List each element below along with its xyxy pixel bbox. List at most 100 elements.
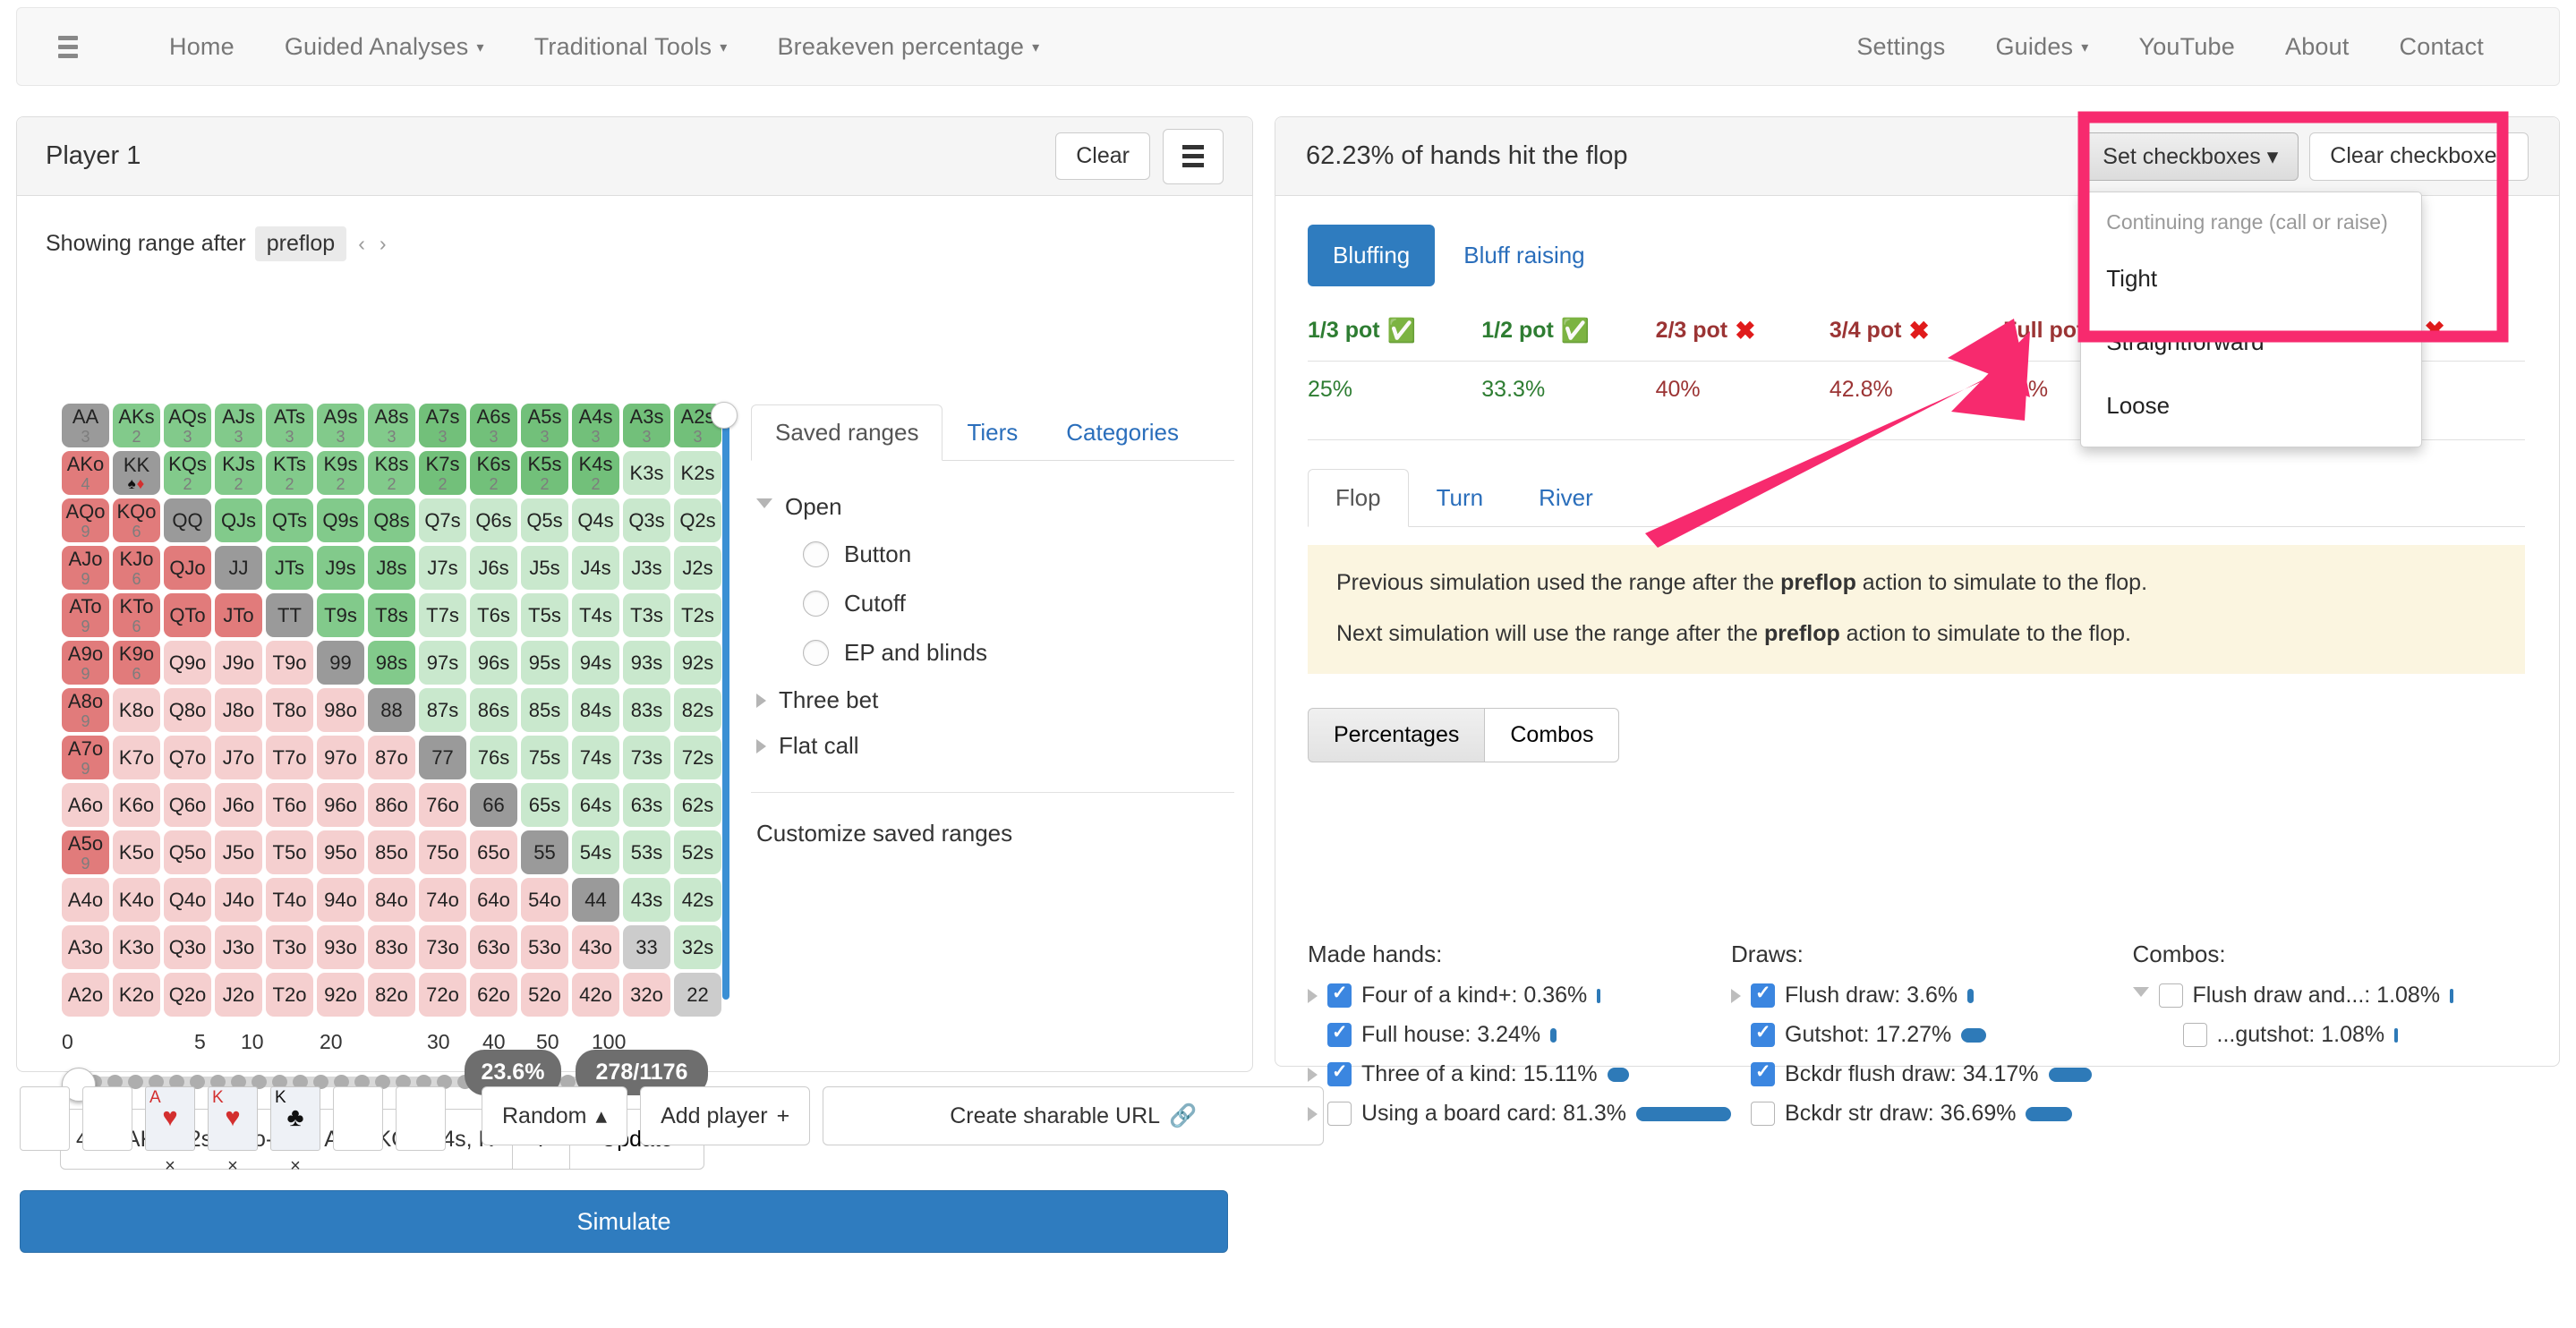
range-group-three-bet[interactable]: Three bet bbox=[756, 677, 1229, 723]
chevron-right-icon[interactable] bbox=[1308, 988, 1318, 1003]
range-cell[interactable]: J9s bbox=[317, 546, 364, 590]
saved-range-option-button[interactable]: Button bbox=[756, 530, 1229, 579]
range-cell[interactable]: 93s bbox=[623, 641, 670, 685]
range-cell[interactable]: T5s bbox=[521, 593, 568, 637]
range-cell[interactable]: A5o 9 bbox=[62, 830, 109, 874]
range-cell[interactable]: QJo bbox=[164, 546, 211, 590]
tab-bluff-raising[interactable]: Bluff raising bbox=[1440, 225, 1608, 286]
range-cell[interactable]: T2o bbox=[266, 973, 313, 1017]
range-cell[interactable]: 32o bbox=[623, 973, 670, 1017]
range-cell[interactable]: J6o bbox=[215, 783, 262, 827]
range-cell[interactable]: 99 bbox=[317, 641, 364, 685]
empty-card-slot[interactable] bbox=[333, 1086, 383, 1151]
checkbox[interactable] bbox=[1751, 982, 1776, 1008]
range-cell[interactable]: 85o bbox=[368, 830, 415, 874]
range-cell[interactable]: 92s bbox=[674, 641, 721, 685]
simulate-button[interactable]: Simulate bbox=[20, 1190, 1228, 1253]
saved-ranges-tab-categories[interactable]: Categories bbox=[1042, 404, 1203, 461]
range-cell[interactable]: Q4s bbox=[572, 498, 619, 542]
stat-row[interactable]: Flush draw and...: 1.08% bbox=[2132, 983, 2535, 1009]
range-cell[interactable]: 87s bbox=[419, 688, 466, 732]
saved-range-option-cutoff[interactable]: Cutoff bbox=[756, 579, 1229, 628]
range-cell[interactable]: AJs 3 bbox=[215, 404, 262, 447]
range-cell[interactable]: 72o bbox=[419, 973, 466, 1017]
range-cell[interactable]: T6s bbox=[470, 593, 517, 637]
range-cell[interactable]: Q2o bbox=[164, 973, 211, 1017]
range-cell[interactable]: J7s bbox=[419, 546, 466, 590]
range-cell[interactable]: K8s 2 bbox=[368, 451, 415, 495]
range-cell[interactable]: K2o bbox=[113, 973, 160, 1017]
empty-card-slot[interactable] bbox=[396, 1086, 446, 1151]
range-cell[interactable]: 72s bbox=[674, 736, 721, 779]
selected-card[interactable]: A ♥ × bbox=[145, 1086, 195, 1177]
range-cell[interactable]: 82o bbox=[368, 973, 415, 1017]
clear-checkboxes-button[interactable]: Clear checkboxes bbox=[2309, 132, 2529, 181]
tab-bluffing[interactable]: Bluffing bbox=[1308, 225, 1436, 286]
range-cell[interactable]: 76o bbox=[419, 783, 466, 827]
range-cell[interactable]: J7o bbox=[215, 736, 262, 779]
range-cell[interactable]: 94s bbox=[572, 641, 619, 685]
range-cell[interactable]: KK ♠♦ bbox=[113, 451, 160, 495]
range-cell[interactable]: T8o bbox=[266, 688, 313, 732]
street-tab-river[interactable]: River bbox=[1511, 469, 1621, 527]
create-sharable-url-button[interactable]: Create sharable URL 🔗 bbox=[823, 1086, 1325, 1145]
range-cell[interactable]: Q5o bbox=[164, 830, 211, 874]
range-cell[interactable]: AKo 4 bbox=[62, 451, 109, 495]
range-cell[interactable]: K3o bbox=[113, 925, 160, 969]
range-cell[interactable]: T4s bbox=[572, 593, 619, 637]
range-cell[interactable]: 52s bbox=[674, 830, 721, 874]
range-cell[interactable]: J9o bbox=[215, 641, 262, 685]
pot-size-header[interactable]: 1/3 pot ✅ bbox=[1308, 316, 1481, 345]
range-cell[interactable]: A6s 3 bbox=[470, 404, 517, 447]
range-cell[interactable]: T6o bbox=[266, 783, 313, 827]
range-cell[interactable]: 87o bbox=[368, 736, 415, 779]
range-cell[interactable]: ATs 3 bbox=[266, 404, 313, 447]
range-cell[interactable]: J6s bbox=[470, 546, 517, 590]
saved-ranges-tree[interactable]: Open Button Cutoff EP and blinds Three bet Fl… bbox=[751, 461, 1234, 769]
range-cell[interactable]: Q6s bbox=[470, 498, 517, 542]
saved-range-option-ep-and-blinds[interactable]: EP and blinds bbox=[756, 628, 1229, 677]
range-cell[interactable]: AA 3 bbox=[62, 404, 109, 447]
nav-item-home[interactable]: Home bbox=[144, 33, 260, 61]
range-cell[interactable]: 53o bbox=[521, 925, 568, 969]
range-cell[interactable]: QQ bbox=[164, 498, 211, 542]
chevron-right-icon[interactable] bbox=[1731, 988, 1742, 1003]
range-cell[interactable]: K5o bbox=[113, 830, 160, 874]
street-tab-flop[interactable]: Flop bbox=[1308, 469, 1409, 527]
range-cell[interactable]: 95o bbox=[317, 830, 364, 874]
range-cell[interactable]: Q8s bbox=[368, 498, 415, 542]
nav-item-youtube[interactable]: YouTube bbox=[2113, 33, 2260, 61]
range-cell[interactable]: 42o bbox=[572, 973, 619, 1017]
range-group-open[interactable]: Open bbox=[756, 484, 1229, 530]
nav-item-guides[interactable]: Guides ▾ bbox=[1970, 33, 2113, 61]
range-cell[interactable]: 96o bbox=[317, 783, 364, 827]
stat-row[interactable]: ...gutshot: 1.08% bbox=[2133, 1022, 2535, 1048]
checkbox[interactable] bbox=[2158, 983, 2183, 1008]
range-cell[interactable]: 88 bbox=[368, 688, 415, 732]
range-cell[interactable]: JJ bbox=[215, 546, 262, 590]
range-cell[interactable]: ATo 9 bbox=[62, 593, 109, 637]
street-pill-preflop[interactable]: preflop bbox=[254, 226, 347, 261]
range-cell[interactable]: Q3o bbox=[164, 925, 211, 969]
selected-card[interactable]: K ♥ × bbox=[208, 1086, 258, 1177]
range-cell[interactable]: 64s bbox=[572, 783, 619, 827]
range-cell[interactable]: TT bbox=[266, 593, 313, 637]
range-cell[interactable]: Q3s bbox=[623, 498, 670, 542]
range-cell[interactable]: 85s bbox=[521, 688, 568, 732]
checkbox[interactable] bbox=[1751, 1021, 1776, 1047]
range-cell[interactable]: 43s bbox=[623, 878, 670, 922]
range-cell[interactable]: 55 bbox=[521, 830, 568, 874]
range-cell[interactable]: KQs 2 bbox=[164, 451, 211, 495]
range-cell[interactable]: 84o bbox=[368, 878, 415, 922]
street-tabs[interactable]: Flop Turn River bbox=[1308, 468, 2525, 527]
range-cell[interactable]: 98s bbox=[368, 641, 415, 685]
chevron-right-icon[interactable] bbox=[1308, 1067, 1318, 1082]
range-cell[interactable]: 74s bbox=[572, 736, 619, 779]
radio-icon[interactable] bbox=[803, 591, 829, 617]
checkbox[interactable] bbox=[1327, 1060, 1352, 1086]
range-cell[interactable]: K2s bbox=[674, 451, 721, 495]
set-checkboxes-button[interactable]: Set checkboxes ▾ bbox=[2082, 132, 2299, 181]
range-cell[interactable]: 77 bbox=[419, 736, 466, 779]
range-cell[interactable]: 82s bbox=[674, 688, 721, 732]
stat-row[interactable]: Gutshot: 17.27% bbox=[1731, 1021, 2133, 1048]
